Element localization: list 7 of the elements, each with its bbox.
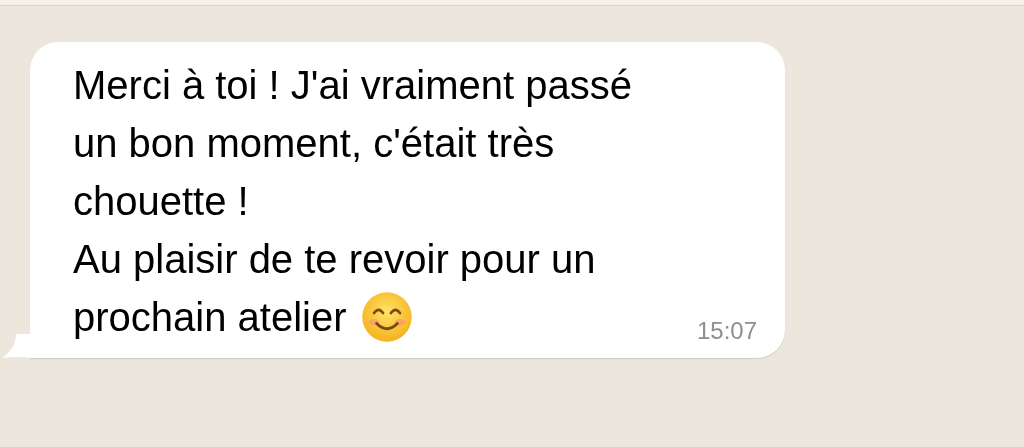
message-line: Merci à toi ! J'ai vraiment passé: [73, 63, 632, 107]
smiling-face-icon: [360, 291, 413, 343]
message-line: chouette !: [73, 179, 249, 223]
message-time: 15:07: [696, 316, 757, 346]
message-line: Au plaisir de te revoir pour un: [73, 237, 596, 281]
message-line: prochain atelier: [73, 294, 347, 341]
message-line: un bon moment, c'était très: [73, 121, 555, 165]
